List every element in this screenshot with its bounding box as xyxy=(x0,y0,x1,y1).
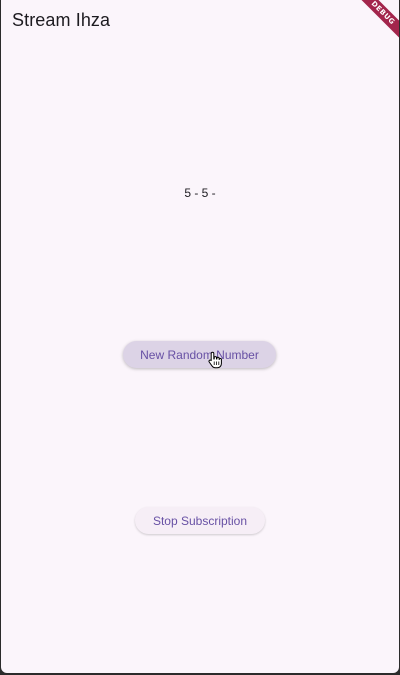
stop-subscription-button[interactable]: Stop Subscription xyxy=(135,507,265,534)
app-screen: Stream Ihza DEBUG 5 - 5 - New Random Num… xyxy=(1,0,399,673)
app-bar: Stream Ihza xyxy=(1,0,399,44)
app-title: Stream Ihza xyxy=(12,10,111,30)
stream-value-text: 5 - 5 - xyxy=(184,186,216,200)
hand-pointer-cursor-icon xyxy=(208,351,222,369)
new-random-number-button[interactable]: New Random Number xyxy=(123,341,276,368)
device-frame: Stream Ihza DEBUG 5 - 5 - New Random Num… xyxy=(0,0,400,675)
